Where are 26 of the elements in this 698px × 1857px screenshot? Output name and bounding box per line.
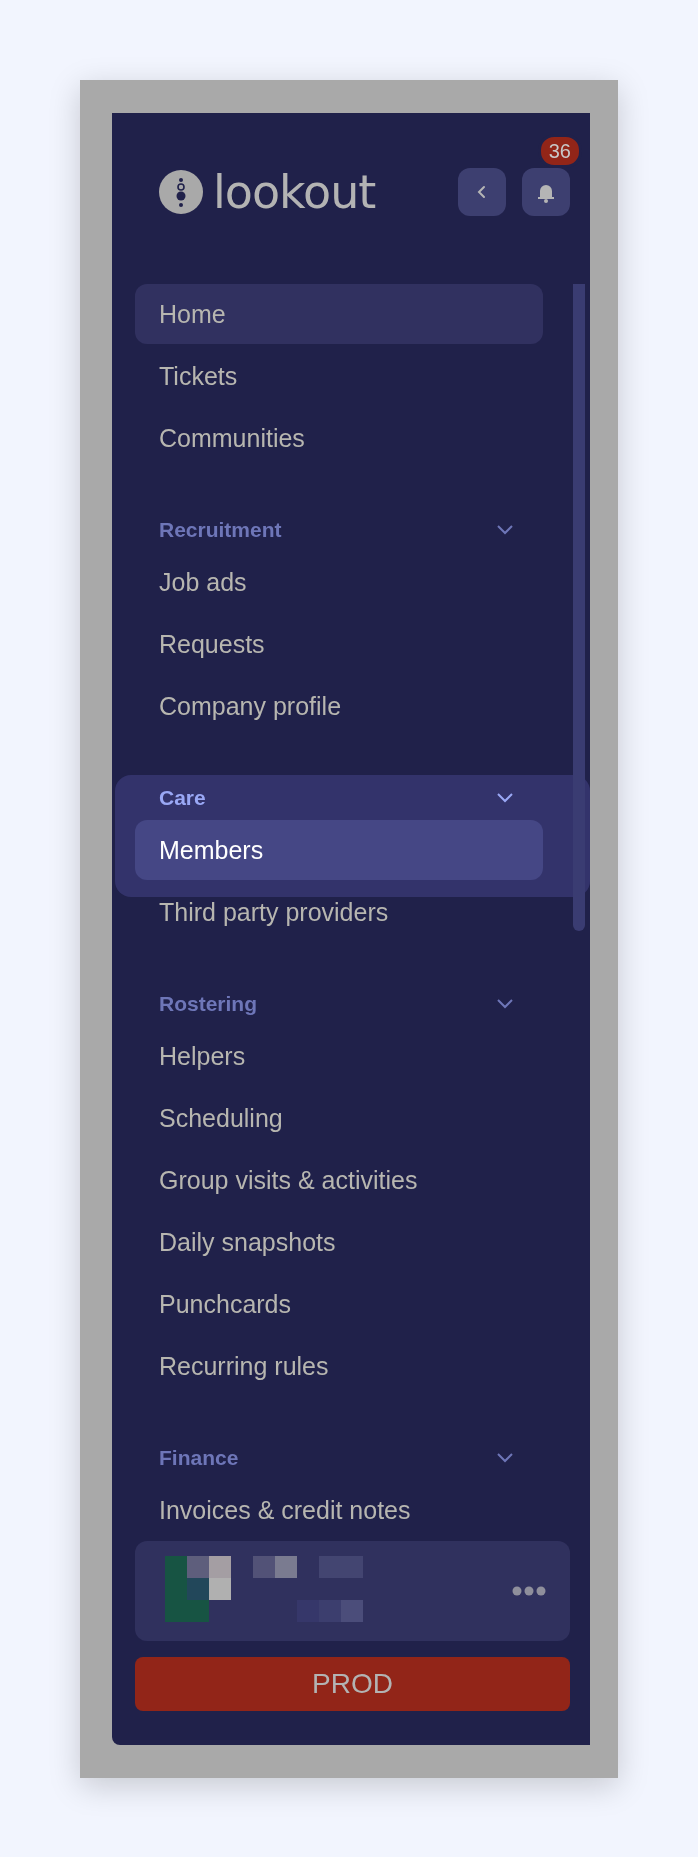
section-header[interactable]: Finance [135,1438,543,1478]
scrollbar[interactable] [573,284,585,931]
nav-item[interactable]: Daily snapshots [135,1212,543,1272]
nav-item[interactable]: Company profile [135,676,543,736]
nav-item[interactable]: Members [135,820,543,880]
nav-item[interactable]: Recurring rules [135,1336,543,1396]
logo-icon [159,170,203,214]
nav-item[interactable]: Communities [135,408,543,468]
more-icon [512,1586,546,1596]
section-header[interactable]: Rostering [135,984,543,1024]
environment-button[interactable]: PROD [135,1657,570,1711]
nav-item[interactable]: Invoices & credit notes [135,1480,543,1534]
nav-item[interactable]: Scheduling [135,1088,543,1148]
brand-name: lookout [213,169,376,215]
nav-item[interactable]: Helpers [135,1026,543,1086]
nav-item[interactable]: Home [135,284,543,344]
nav-item[interactable]: Third party providers [135,882,543,942]
section-header[interactable]: Care [135,778,543,818]
notifications-button[interactable] [522,168,570,216]
section-header[interactable]: Recruitment [135,510,543,550]
nav-item[interactable]: Job ads [135,552,543,612]
user-card[interactable] [135,1541,570,1641]
nav-item[interactable]: Group visits & activities [135,1150,543,1210]
nav-item[interactable]: Tickets [135,346,543,406]
nav-item[interactable]: Requests [135,614,543,674]
nav-item[interactable]: Punchcards [135,1274,543,1334]
